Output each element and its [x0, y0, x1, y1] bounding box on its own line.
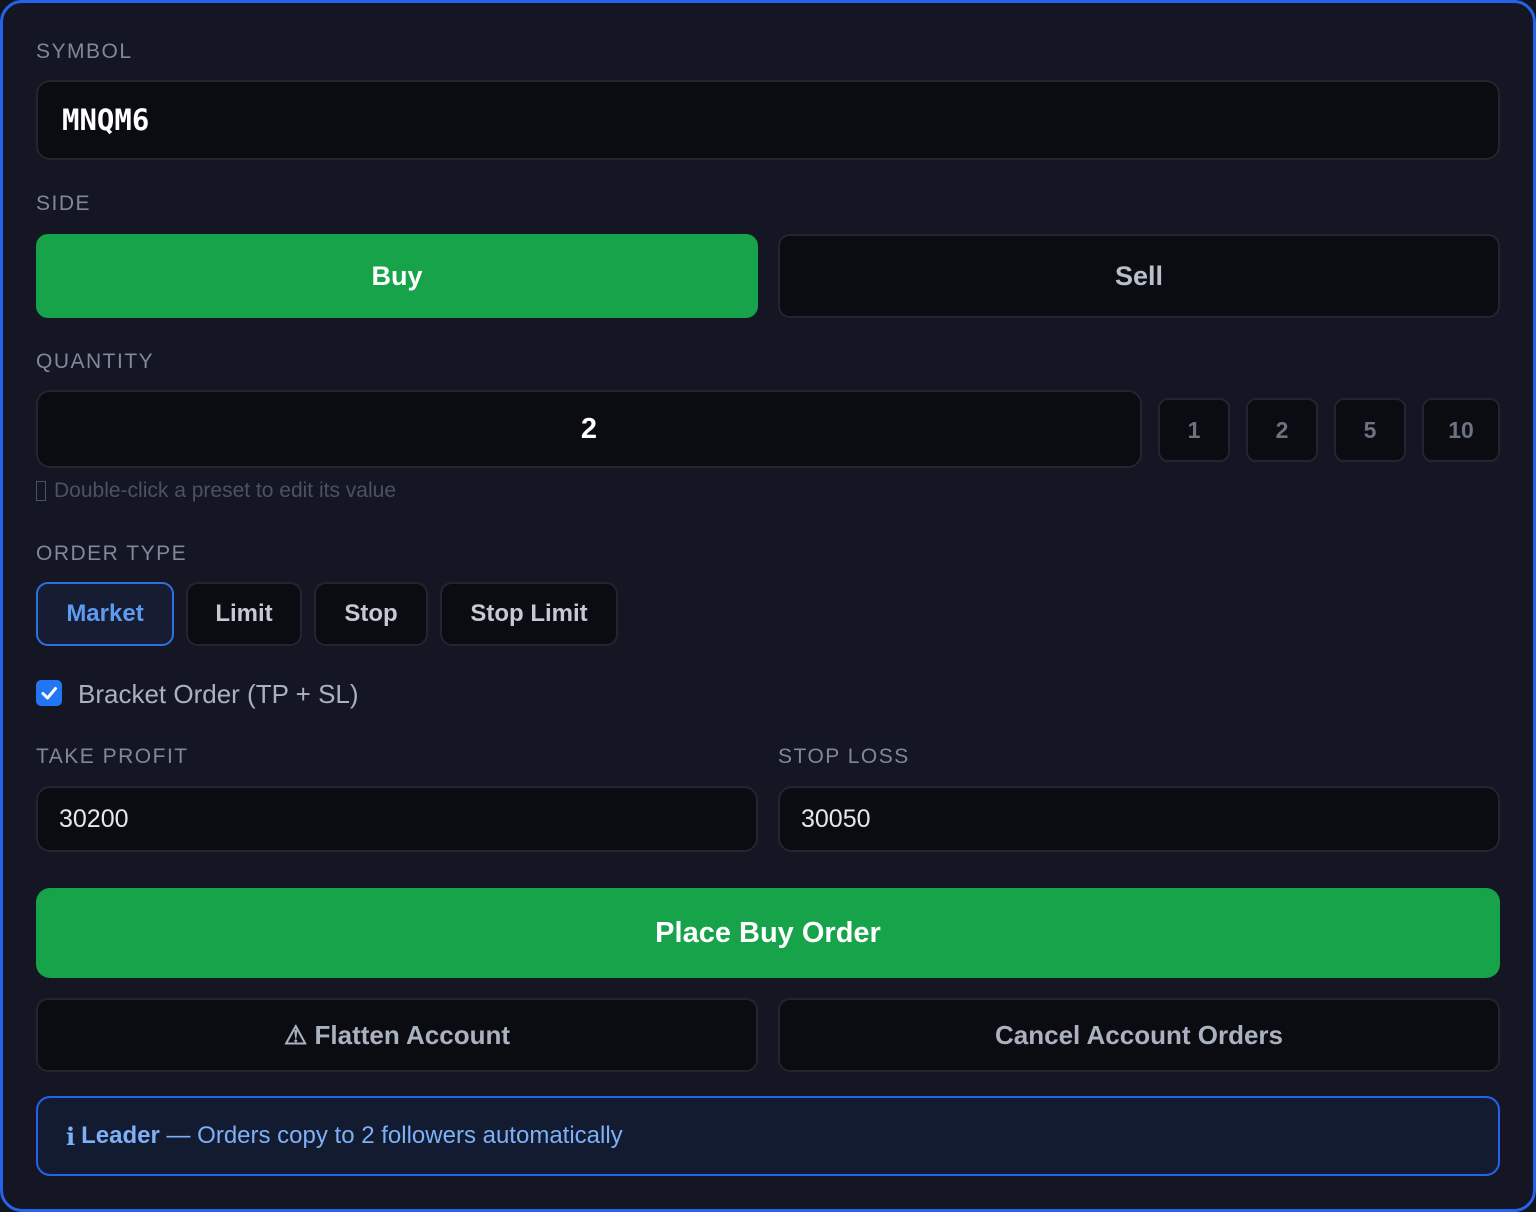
bracket-checkbox[interactable] — [36, 680, 62, 706]
quantity-hint: Double-click a preset to edit its value — [36, 479, 396, 503]
symbol-value: MNQM6 — [62, 103, 150, 137]
sell-button[interactable]: Sell — [778, 234, 1500, 318]
leader-role: Leader — [81, 1122, 160, 1149]
take-profit-value: 30200 — [59, 804, 129, 833]
leader-message: — Orders copy to 2 followers automatical… — [159, 1122, 623, 1149]
bracket-label[interactable]: Bracket Order (TP + SL) — [78, 679, 359, 710]
quantity-preset-1[interactable]: 1 — [1158, 398, 1230, 462]
stop-loss-value: 30050 — [801, 804, 871, 833]
quantity-preset-5[interactable]: 5 — [1334, 398, 1406, 462]
symbol-label: SYMBOL — [36, 40, 133, 63]
order-ticket-panel: SYMBOL MNQM6 SIDE Buy Sell QUANTITY 2 1 … — [0, 0, 1536, 1212]
quantity-label: QUANTITY — [36, 350, 155, 373]
quantity-preset-10[interactable]: 10 — [1422, 398, 1500, 462]
place-order-button[interactable]: Place Buy Order — [36, 888, 1500, 978]
quantity-value: 2 — [580, 412, 598, 445]
order-type-label: ORDER TYPE — [36, 542, 188, 565]
info-icon: i — [66, 1121, 76, 1151]
check-icon — [41, 687, 57, 700]
order-type-stop-limit[interactable]: Stop Limit — [440, 582, 618, 646]
stop-loss-input[interactable]: 30050 — [778, 786, 1500, 852]
order-type-stop[interactable]: Stop — [314, 582, 428, 646]
symbol-input[interactable]: MNQM6 — [36, 80, 1500, 160]
take-profit-label: TAKE PROFIT — [36, 745, 189, 768]
order-type-market[interactable]: Market — [36, 582, 174, 646]
leader-info-banner: i Leader — Orders copy to 2 followers au… — [36, 1096, 1500, 1176]
quantity-preset-2[interactable]: 2 — [1246, 398, 1318, 462]
take-profit-input[interactable]: 30200 — [36, 786, 758, 852]
side-label: SIDE — [36, 192, 92, 215]
cancel-account-orders-button[interactable]: Cancel Account Orders — [778, 998, 1500, 1072]
buy-button[interactable]: Buy — [36, 234, 758, 318]
quantity-hint-text: Double-click a preset to edit its value — [54, 479, 396, 502]
info-icon — [36, 481, 46, 501]
flatten-account-button[interactable]: ⚠ Flatten Account — [36, 998, 758, 1072]
order-type-limit[interactable]: Limit — [186, 582, 302, 646]
stop-loss-label: STOP LOSS — [778, 745, 910, 768]
quantity-input[interactable]: 2 — [36, 390, 1142, 468]
